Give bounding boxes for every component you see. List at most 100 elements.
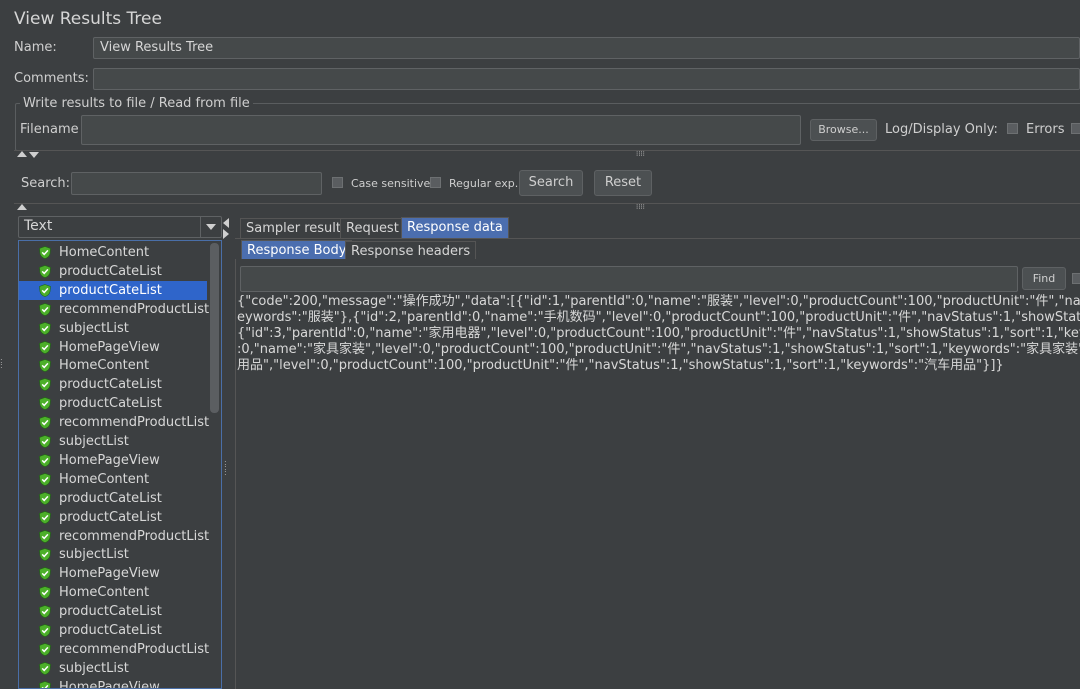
- tree-item[interactable]: HomePageView: [19, 451, 207, 470]
- tree-item[interactable]: HomeContent: [19, 356, 207, 375]
- search-input[interactable]: [71, 172, 322, 195]
- tree-item[interactable]: subjectList: [19, 319, 207, 338]
- tree-item[interactable]: recommendProductList: [19, 413, 210, 432]
- success-shield-icon: [39, 586, 51, 600]
- name-label: Name:: [14, 40, 57, 55]
- tree-item-label: subjectList: [59, 320, 129, 336]
- collapse-right-icon[interactable]: [223, 229, 229, 239]
- success-shield-icon: [39, 397, 51, 411]
- tree-item[interactable]: HomePageView: [19, 678, 207, 688]
- tab-sampler-result[interactable]: Sampler result: [240, 218, 347, 239]
- renderer-dropdown-button[interactable]: [200, 217, 222, 237]
- collapse-down-icon[interactable]: [29, 152, 39, 158]
- tree-scrollbar-track[interactable]: [209, 241, 221, 688]
- tree-item-label: productCateList: [59, 604, 162, 620]
- tree-item[interactable]: productCateList: [19, 280, 207, 300]
- tree-item[interactable]: productCateList: [19, 262, 207, 281]
- results-tree[interactable]: HomeContent productCateList productCateLis…: [18, 240, 222, 689]
- name-field[interactable]: View Results Tree: [93, 37, 1080, 59]
- tree-item[interactable]: productCateList: [19, 489, 207, 508]
- tree-item[interactable]: productCateList: [19, 508, 207, 527]
- tree-item-label: productCateList: [59, 490, 162, 506]
- collapse-left-icon[interactable]: [223, 218, 229, 228]
- tree-item[interactable]: recommendProductList: [19, 300, 210, 319]
- case-sensitive-checkbox[interactable]: [332, 177, 343, 188]
- tree-item[interactable]: HomeContent: [19, 243, 207, 262]
- tree-item-label: subjectList: [59, 660, 129, 676]
- success-shield-icon: [39, 605, 51, 619]
- find-case-checkbox[interactable]: [1072, 273, 1080, 284]
- regex-label: Regular exp.: [449, 177, 519, 190]
- splitter-vertical[interactable]: [222, 215, 232, 689]
- tree-item-label: subjectList: [59, 434, 129, 449]
- success-shield-icon: [39, 643, 51, 656]
- tree-item-label: productCateList: [59, 282, 162, 298]
- tree-item-label: HomePageView: [59, 452, 160, 468]
- tree-item[interactable]: HomePageView: [19, 564, 207, 583]
- renderer-select[interactable]: Text: [18, 216, 222, 238]
- filename-label: Filename: [20, 122, 79, 137]
- tree-item[interactable]: subjectList: [19, 545, 207, 564]
- tree-item[interactable]: productCateList: [19, 602, 207, 621]
- success-shield-icon: [39, 302, 51, 316]
- success-shield-icon: [39, 680, 51, 688]
- tree-item[interactable]: subjectList: [19, 432, 207, 451]
- splitter-grip-icon: ⁞⁞⁞⁞: [636, 150, 645, 158]
- find-input[interactable]: [240, 266, 1018, 292]
- tree-item[interactable]: productCateList: [19, 621, 207, 640]
- search-button[interactable]: Search: [519, 170, 583, 196]
- tab-response-headers[interactable]: Response headers: [345, 241, 477, 260]
- tree-item[interactable]: HomePageView: [19, 338, 207, 357]
- tree-item-label: recommendProductList: [59, 415, 210, 431]
- collapse-up-icon-2[interactable]: [17, 204, 27, 210]
- tree-item[interactable]: recommendProductList: [19, 527, 209, 546]
- tree-item-label: productCateList: [59, 509, 162, 525]
- find-button[interactable]: Find: [1022, 267, 1066, 290]
- tree-item[interactable]: subjectList: [19, 659, 207, 678]
- tab-response-body[interactable]: Response Body: [241, 240, 353, 260]
- filename-field[interactable]: [81, 115, 801, 145]
- regex-checkbox[interactable]: [430, 177, 441, 188]
- comments-field[interactable]: [93, 68, 1080, 90]
- response-line: 用品","level":0,"productCount":100,"produc…: [237, 358, 1004, 373]
- comments-label: Comments:: [14, 71, 89, 86]
- panel-title: View Results Tree: [14, 9, 162, 29]
- success-shield-icon: [39, 661, 51, 675]
- tree-item[interactable]: recommendProductList: [19, 640, 209, 659]
- success-shield-icon: [39, 359, 51, 373]
- success-shield-icon: [39, 265, 51, 278]
- success-shield-icon: [39, 283, 51, 297]
- tree-item[interactable]: HomeContent: [19, 583, 207, 602]
- tree-item-label: productCateList: [59, 623, 162, 638]
- tab-request[interactable]: Request: [340, 218, 405, 239]
- log-display-label: Log/Display Only:: [885, 122, 998, 137]
- success-shield-icon: [39, 548, 51, 562]
- file-group-title: Write results to file / Read from file: [20, 96, 253, 111]
- successes-checkbox[interactable]: [1071, 123, 1080, 134]
- collapse-up-icon[interactable]: [17, 151, 27, 157]
- errors-checkbox[interactable]: [1007, 123, 1018, 134]
- splitter-top[interactable]: [14, 150, 1080, 160]
- success-shield-icon: [39, 321, 51, 335]
- chevron-down-icon: [206, 224, 216, 230]
- tree-item-label: HomeContent: [59, 471, 150, 487]
- tree-item-label: HomeContent: [59, 358, 150, 374]
- success-shield-icon: [39, 454, 51, 467]
- splitter-middle[interactable]: [14, 203, 1080, 213]
- reset-button[interactable]: Reset: [594, 170, 652, 196]
- success-shield-icon: [39, 510, 51, 524]
- tab-response-data[interactable]: Response data: [401, 217, 509, 239]
- tree-item[interactable]: productCateList: [19, 394, 207, 413]
- tree-item-label: recommendProductList: [59, 301, 210, 317]
- success-shield-icon: [39, 435, 51, 448]
- success-shield-icon: [39, 491, 51, 505]
- tree-item-label: HomeContent: [59, 585, 150, 601]
- browse-button[interactable]: Browse...: [810, 119, 877, 141]
- tree-item[interactable]: HomeContent: [19, 470, 207, 489]
- success-shield-icon: [39, 567, 51, 581]
- tree-scrollbar-thumb[interactable]: [210, 243, 219, 413]
- response-body-text[interactable]: {"code":200,"message":"操作成功","data":[{"i…: [237, 294, 1080, 374]
- splitter-grip-icon-2: ⁞⁞⁞⁞: [636, 203, 645, 211]
- search-label: Search:: [21, 176, 71, 191]
- tree-item[interactable]: productCateList: [19, 375, 207, 394]
